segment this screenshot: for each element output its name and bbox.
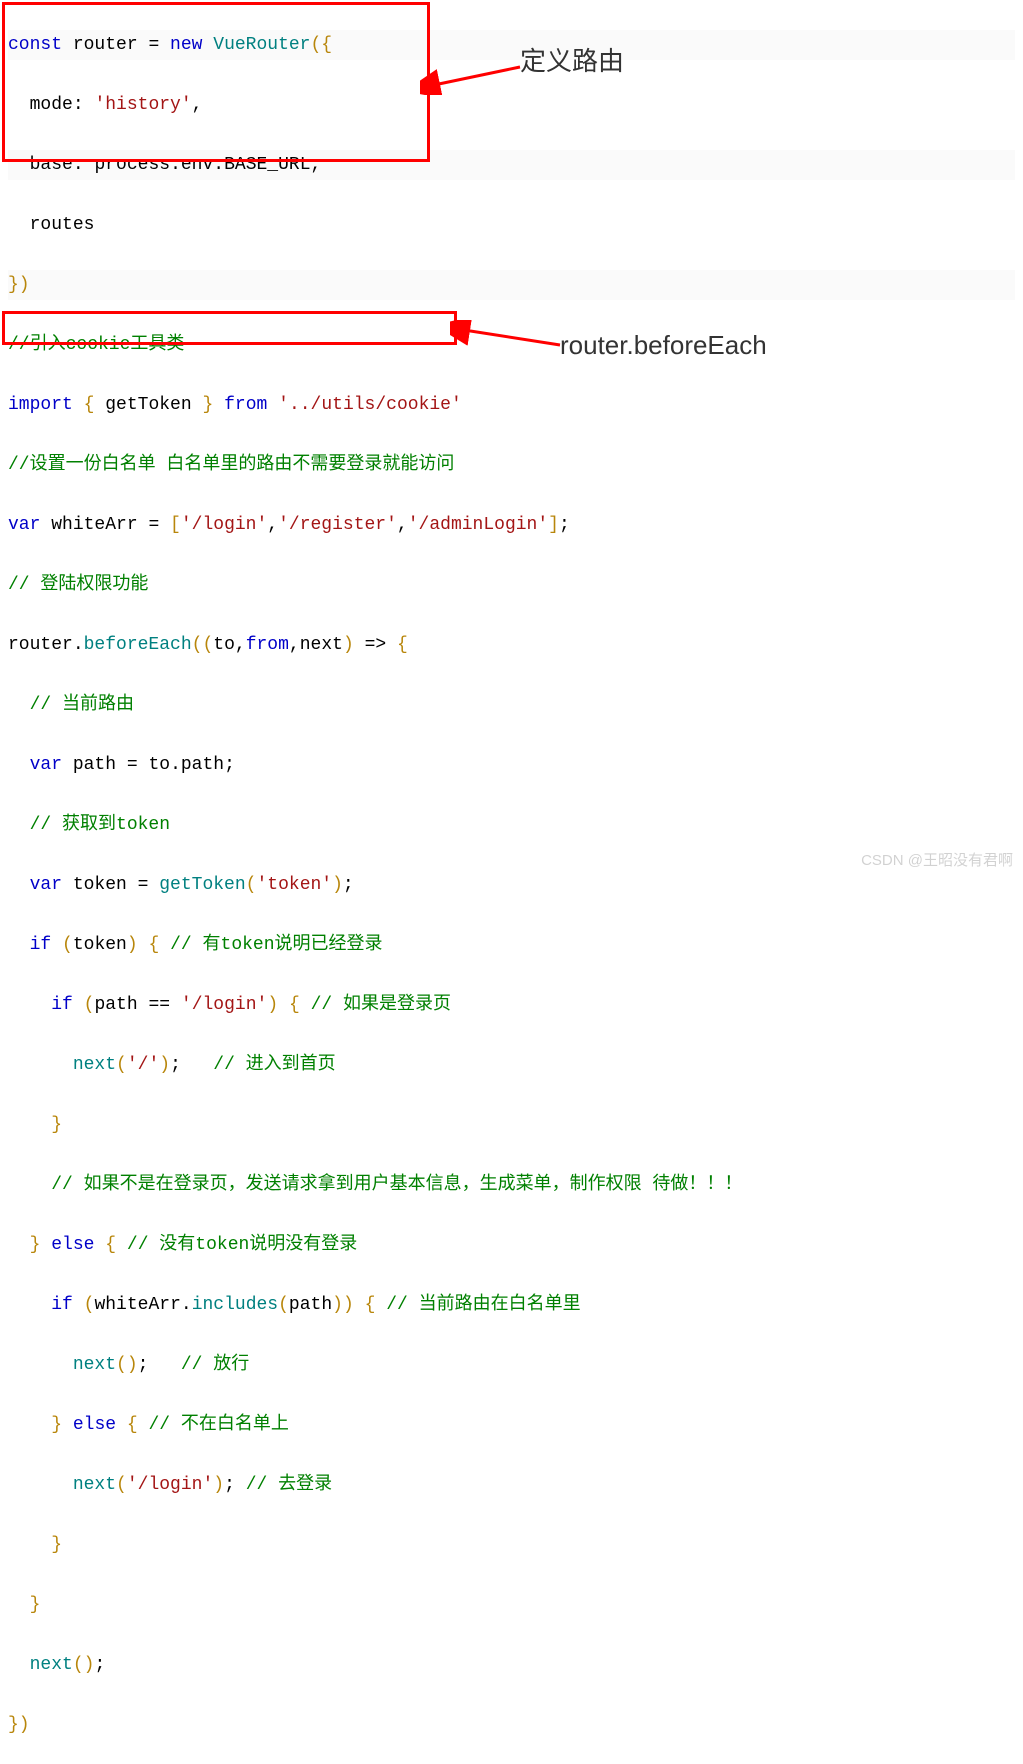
comment: // 登陆权限功能 [8, 575, 148, 595]
arrow-icon [450, 320, 570, 360]
annotation-label-1: 定义路由 [520, 46, 624, 76]
code-block: const router = new VueRouter({ mode: 'hi… [0, 0, 1023, 1764]
annotation-label-2: router.beforeEach [560, 330, 767, 360]
comment: //设置一份白名单 白名单里的路由不需要登录就能访问 [8, 455, 454, 475]
kw-const: const [8, 35, 62, 55]
comment: //引入cookie工具类 [8, 335, 184, 355]
arrow-icon [420, 55, 530, 95]
watermark-text: CSDN @王昭没有君啊 [861, 846, 1013, 876]
